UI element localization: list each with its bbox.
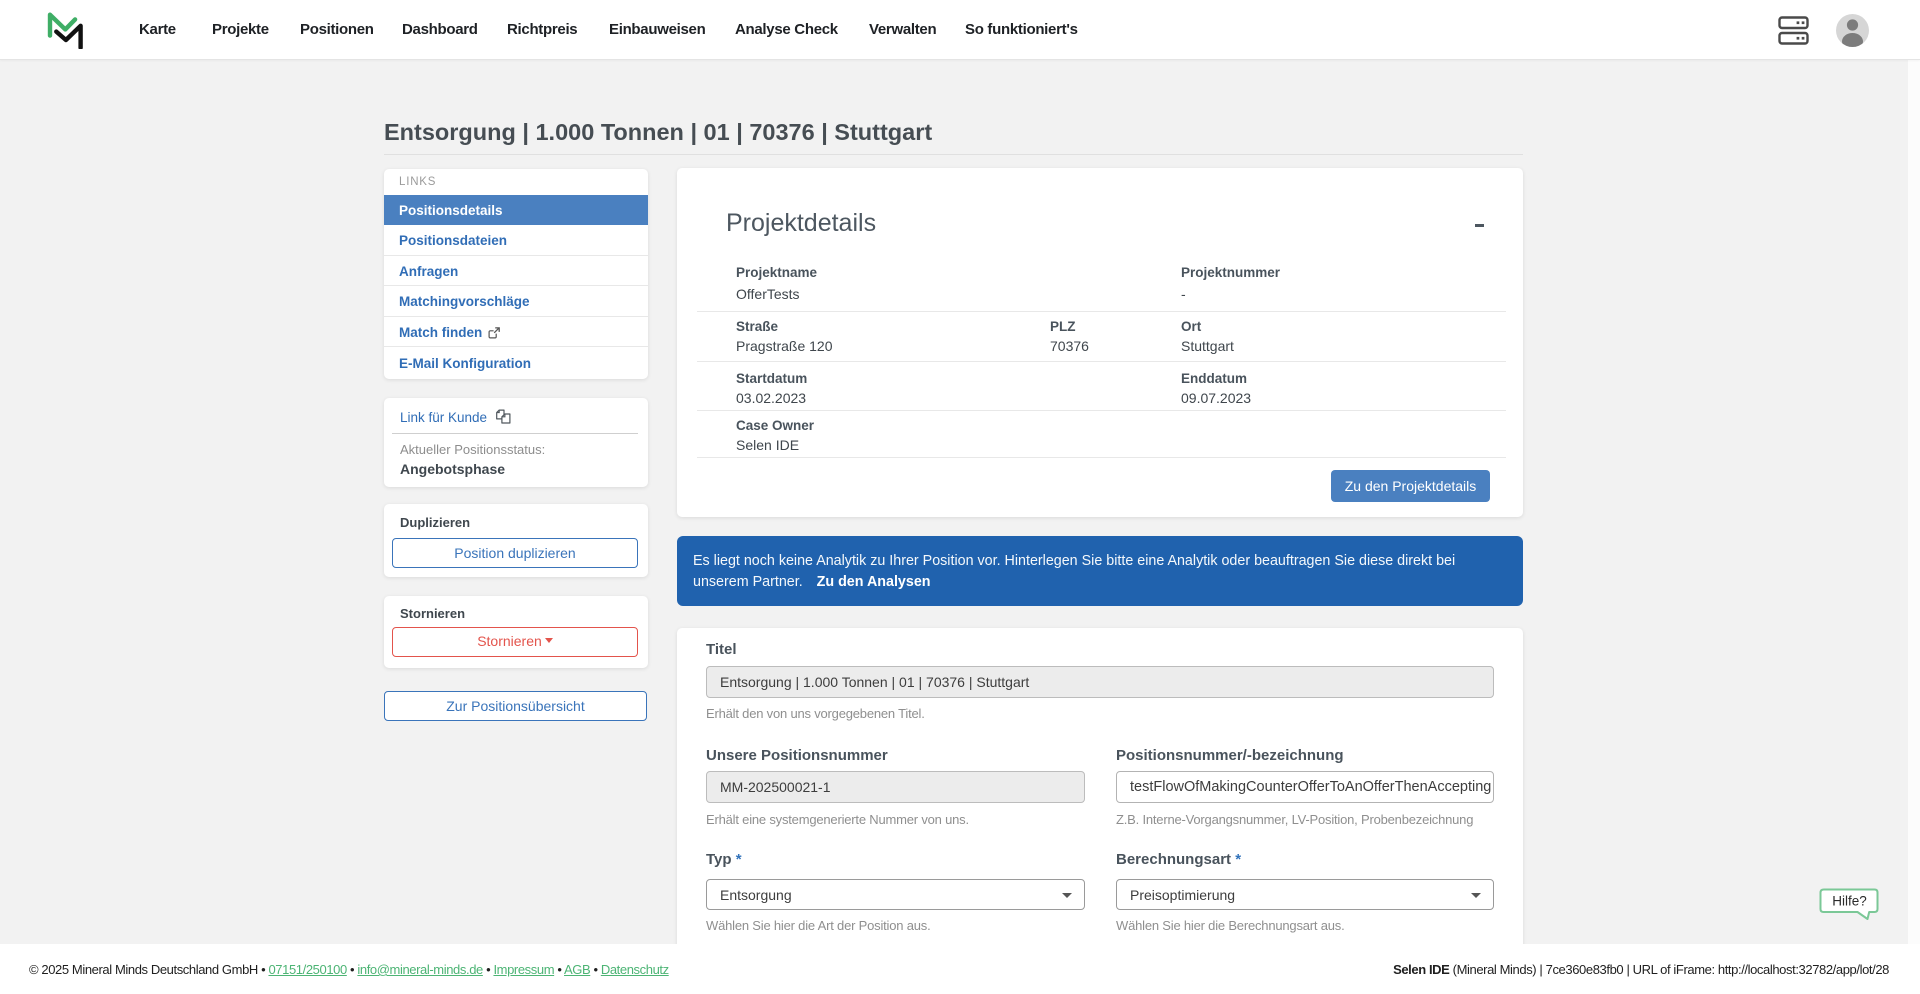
svg-text:Hilfe?: Hilfe? <box>1832 894 1867 909</box>
